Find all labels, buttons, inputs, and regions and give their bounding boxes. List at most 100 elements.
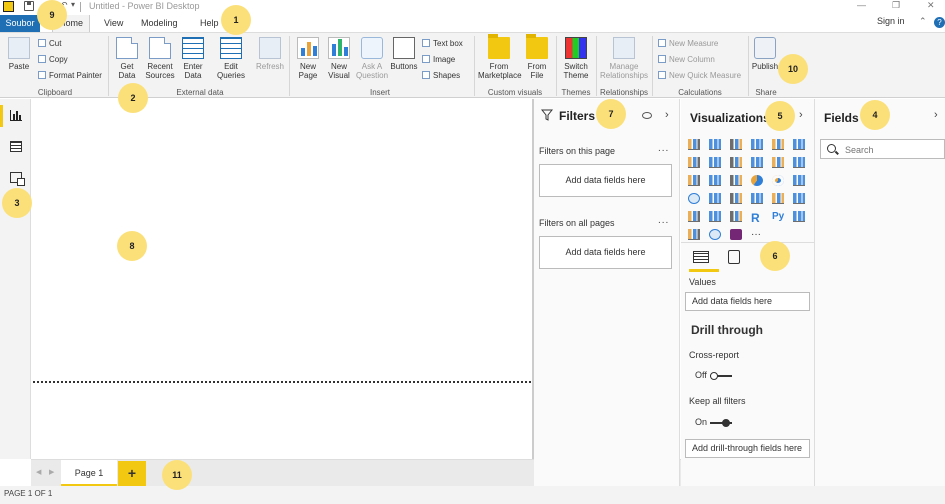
edit-queries-button[interactable]: Edit Queries [214, 37, 248, 80]
copy-button[interactable]: Copy [38, 55, 68, 64]
new-column-button[interactable]: New Column [658, 55, 715, 64]
map-icon[interactable] [688, 193, 700, 204]
paint-roller-icon[interactable] [728, 250, 740, 264]
help-icon[interactable]: ? [934, 17, 945, 28]
buttons-button[interactable]: Buttons [390, 37, 418, 71]
publish-button[interactable]: Publish [751, 37, 779, 71]
stacked-column-icon[interactable] [709, 139, 721, 150]
more-options-icon[interactable]: ... [658, 143, 669, 154]
line-column-icon[interactable] [751, 157, 763, 168]
close-button[interactable]: ✕ [927, 0, 935, 11]
new-measure-icon [658, 39, 666, 47]
kpi-icon[interactable] [793, 193, 805, 204]
enter-data-button[interactable]: Enter Data [180, 37, 206, 80]
multi-row-card-icon[interactable] [772, 193, 784, 204]
gauge-icon[interactable] [730, 193, 742, 204]
restore-button[interactable]: ❐ [892, 0, 900, 11]
collapse-fields-icon[interactable]: › [934, 109, 938, 121]
search-icon [827, 144, 836, 153]
line-clustered-icon[interactable] [772, 157, 784, 168]
fields-well-icon[interactable] [693, 251, 709, 263]
waterfall-icon[interactable] [688, 175, 700, 186]
page-filter-drop-well[interactable]: Add data fields here [539, 164, 672, 197]
tab-modeling[interactable]: Modeling [141, 15, 178, 32]
stacked-bar-icon[interactable] [688, 139, 700, 150]
arcgis-icon[interactable] [709, 229, 721, 240]
quick-access-dropdown-icon[interactable]: ▾ [71, 0, 75, 9]
values-drop-well[interactable]: Add data fields here [685, 292, 810, 311]
callout-badge: 8 [117, 231, 147, 261]
more-options-icon[interactable]: ... [658, 215, 669, 226]
treemap-icon[interactable] [793, 175, 805, 186]
visual-pane-tabs [681, 242, 815, 272]
all-pages-filter-drop-well[interactable]: Add data fields here [539, 236, 672, 269]
cross-report-toggle[interactable] [710, 372, 732, 380]
file-tab[interactable]: Soubor [0, 15, 40, 32]
prev-page-icon[interactable]: ◀ [36, 468, 41, 476]
slicer-icon[interactable] [688, 211, 700, 222]
sign-in-link[interactable]: Sign in [877, 16, 905, 26]
matrix-icon[interactable] [730, 211, 742, 222]
add-page-button[interactable]: + [118, 461, 146, 486]
from-marketplace-button[interactable]: From Marketplace [478, 34, 522, 80]
collapse-visualizations-icon[interactable]: › [799, 109, 803, 121]
data-view-icon [10, 141, 22, 152]
save-icon[interactable] [24, 1, 34, 11]
more-visuals-icon[interactable]: ··· [751, 229, 763, 240]
eye-icon[interactable] [642, 112, 652, 119]
image-button[interactable]: Image [422, 55, 455, 64]
drill-through-drop-well[interactable]: Add drill-through fields here [685, 439, 810, 458]
card-icon[interactable] [751, 193, 763, 204]
report-canvas[interactable] [31, 99, 533, 459]
switch-theme-button[interactable]: Switch Theme [560, 37, 592, 80]
new-visual-button[interactable]: New Visual [325, 37, 353, 80]
ask-question-button[interactable]: Ask A Question [356, 37, 388, 80]
stacked-area-icon[interactable] [730, 157, 742, 168]
fields-search-box[interactable] [820, 139, 945, 159]
new-page-button[interactable]: New Page [294, 37, 322, 80]
qa-visual-icon[interactable] [688, 229, 700, 240]
format-painter-button[interactable]: Format Painter [38, 71, 102, 80]
keep-all-filters-toggle[interactable] [710, 419, 732, 427]
page-tab[interactable]: Page 1 [61, 460, 117, 487]
clustered-column-icon[interactable] [751, 139, 763, 150]
python-visual-icon[interactable]: Py [772, 211, 784, 222]
cut-button[interactable]: Cut [38, 39, 61, 48]
paste-button[interactable]: Paste [6, 37, 32, 71]
get-data-button[interactable]: Get Data [113, 37, 141, 80]
scatter-icon[interactable] [730, 175, 742, 186]
fields-search-input[interactable] [845, 143, 940, 156]
power-apps-icon[interactable] [730, 229, 742, 240]
donut-icon[interactable] [772, 175, 784, 186]
pie-chart-icon[interactable] [751, 175, 763, 186]
refresh-button[interactable]: Refresh [255, 37, 285, 71]
next-page-icon[interactable]: ▶ [49, 468, 54, 476]
collapse-filters-icon[interactable]: › [665, 109, 669, 121]
percent-bar-icon[interactable] [772, 139, 784, 150]
clustered-bar-icon[interactable] [730, 139, 742, 150]
data-view-button[interactable] [0, 133, 31, 161]
recent-sources-button[interactable]: Recent Sources [143, 37, 177, 80]
tab-view[interactable]: View [104, 15, 123, 32]
funnel-chart-icon[interactable] [709, 175, 721, 186]
percent-column-icon[interactable] [793, 139, 805, 150]
line-chart-icon[interactable] [688, 157, 700, 168]
area-chart-icon[interactable] [709, 157, 721, 168]
manage-relationships-button[interactable]: Manage Relationships [600, 37, 648, 80]
filled-map-icon[interactable] [709, 193, 721, 204]
shapes-button[interactable]: Shapes [422, 71, 460, 80]
collapse-ribbon-icon[interactable]: ⌃ [919, 16, 927, 27]
filters-title: Filters [559, 109, 596, 123]
tab-help[interactable]: Help [200, 15, 219, 32]
r-visual-icon[interactable]: R [751, 211, 763, 225]
ribbon-chart-icon[interactable] [793, 157, 805, 168]
key-influencers-icon[interactable] [793, 211, 805, 222]
text-box-label: Text box [433, 39, 463, 48]
table-icon[interactable] [709, 211, 721, 222]
new-quick-measure-button[interactable]: New Quick Measure [658, 71, 741, 80]
new-measure-button[interactable]: New Measure [658, 39, 718, 48]
minimize-button[interactable]: — [857, 0, 866, 10]
report-view-button[interactable] [0, 102, 31, 130]
from-file-button[interactable]: From File [524, 34, 550, 80]
text-box-button[interactable]: Text box [422, 39, 463, 48]
